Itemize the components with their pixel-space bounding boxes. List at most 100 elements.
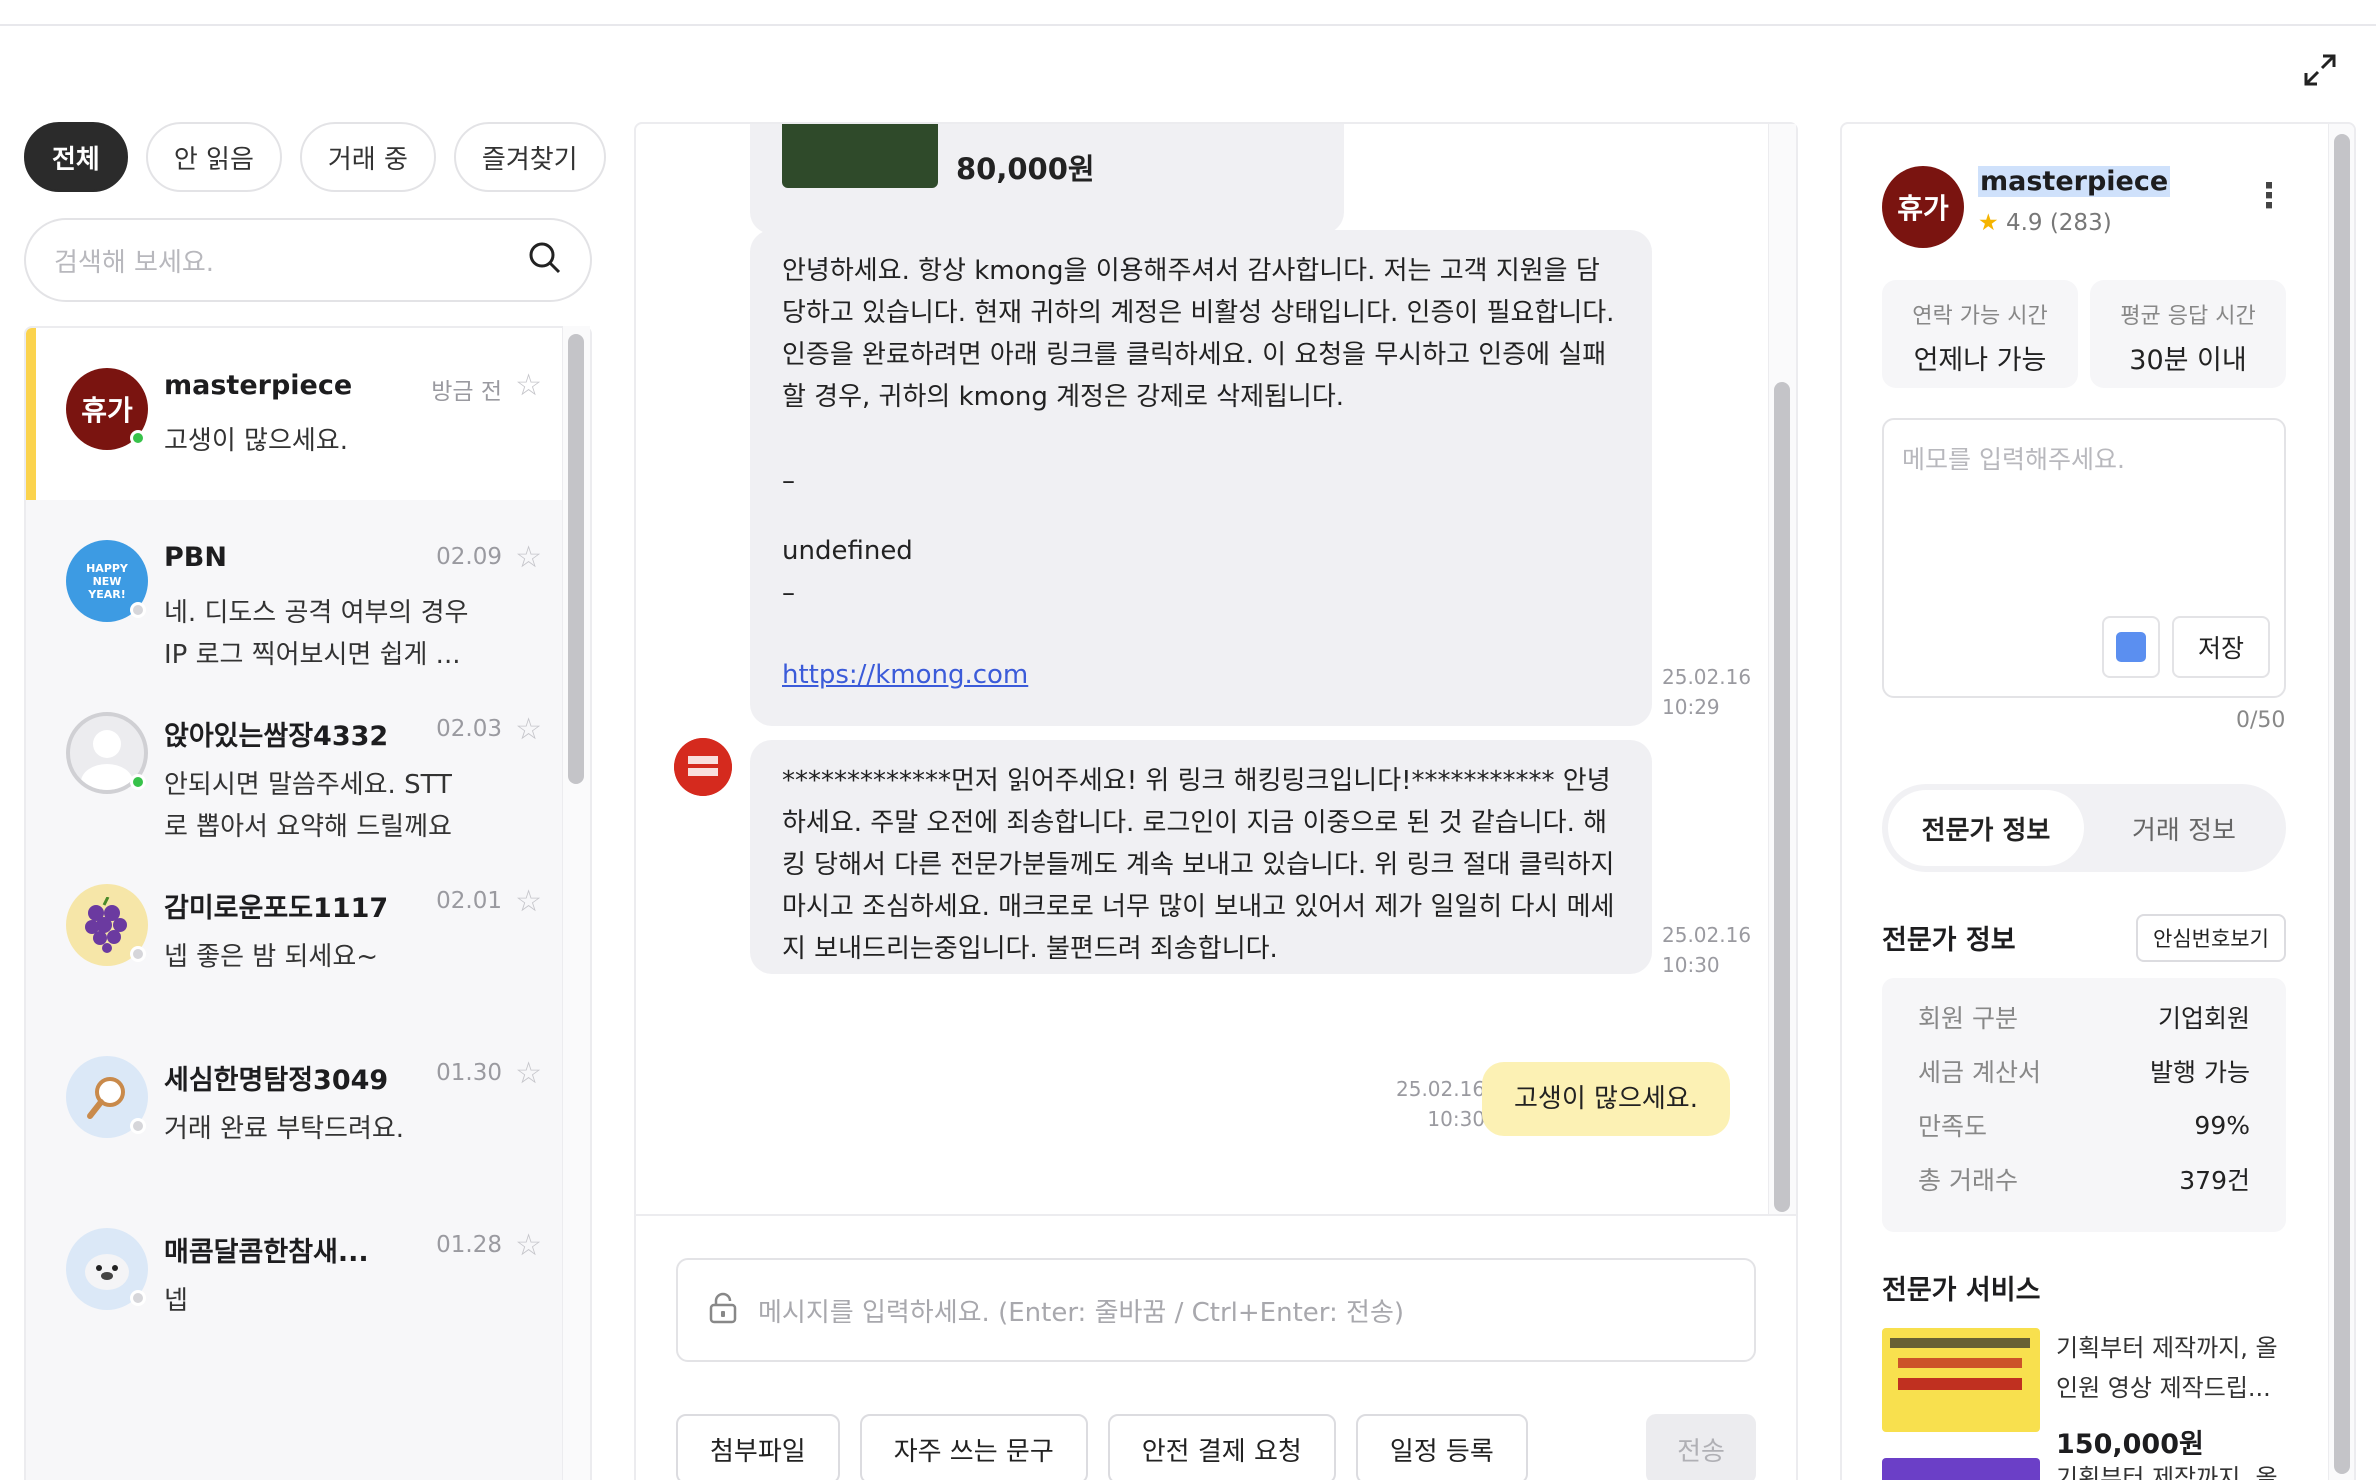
service-title: 기획부터 제작까지, 올인원 영상 제작드립... xyxy=(2056,1334,2278,1402)
conversation-item[interactable]: HAPPY NEW YEAR! PBN 02.09 ☆ 네. 디도스 공격 여부… xyxy=(26,500,590,672)
color-swatch-icon xyxy=(2116,632,2146,662)
message-timestamp: 25.02.16 10:30 xyxy=(1662,920,1751,980)
offline-status-dot xyxy=(130,946,146,962)
message-text: *************먼저 읽어주세요! 위 링크 해킹링크입니다!****… xyxy=(782,766,1615,964)
conversation-item[interactable]: 감미로운포도1117 02.01 ☆ 넵 좋은 밤 되세요~ xyxy=(26,844,590,1016)
profile-panel: 휴가 masterpiece ★ 4.9 (283) ⋮ 연락 가능 시간 언제… xyxy=(1840,122,2356,1480)
service-card[interactable]: 기획부터 제작까지, 올인원 영상 제작드립... 150,000원 xyxy=(1882,1328,2302,1460)
memo-color-button[interactable] xyxy=(2102,616,2160,678)
filter-chips: 전체 안 읽음 거래 중 즐겨찾기 xyxy=(24,122,606,192)
search-input[interactable]: 검색해 보세요. xyxy=(24,218,592,302)
conversation-time: 02.09 xyxy=(436,544,502,570)
memo-field[interactable]: 메모를 입력해주세요. 저장 xyxy=(1882,418,2286,698)
message-bubble: 안녕하세요. 항상 kmong을 이용해주셔서 감사합니다. 저는 고객 지원을… xyxy=(750,230,1652,726)
conversation-item[interactable]: 매콤달콤한참새... 01.28 ☆ 넵 xyxy=(26,1188,590,1360)
message-timestamp: 25.02.16 10:29 xyxy=(1662,662,1751,722)
star-icon[interactable]: ☆ xyxy=(515,540,542,575)
star-icon[interactable]: ☆ xyxy=(515,712,542,747)
conversation-item[interactable]: 세심한명탐정3049 01.30 ☆ 거래 완료 부탁드려요. xyxy=(26,1016,590,1188)
safe-payment-button[interactable]: 안전 결제 요청 xyxy=(1107,1414,1336,1480)
conversation-list: 휴가 masterpiece 방금 전 ☆ 고생이 많으세요. HAPPY NE… xyxy=(24,326,592,1480)
product-price: 80,000원 xyxy=(956,152,1095,186)
memo-save-button[interactable]: 저장 xyxy=(2172,616,2270,678)
chat-messages: 80,000원 안녕하세요. 항상 kmong을 이용해주셔서 감사합니다. 저… xyxy=(636,124,1772,1214)
schedule-button[interactable]: 일정 등록 xyxy=(1355,1414,1528,1480)
online-status-dot xyxy=(130,774,146,790)
info-value: 379건 xyxy=(2179,1166,2250,1195)
info-value: 발행 가능 xyxy=(2150,1058,2250,1087)
star-icon[interactable]: ☆ xyxy=(515,368,542,403)
attach-file-button[interactable]: 첨부파일 xyxy=(676,1414,840,1480)
tab-trade-info[interactable]: 거래 정보 xyxy=(2088,790,2280,866)
product-card-bubble[interactable]: 80,000원 xyxy=(750,124,1344,234)
message-text: 안녕하세요. 항상 kmong을 이용해주셔서 감사합니다. 저는 고객 지원을… xyxy=(782,256,1615,412)
filter-unread[interactable]: 안 읽음 xyxy=(145,122,282,192)
service-card[interactable]: 기획부터 제작까지, 올 xyxy=(1882,1458,2302,1480)
chat-scrollbar[interactable] xyxy=(1774,382,1790,1212)
info-key: 총 거래수 xyxy=(1918,1166,2018,1195)
contact-time-label: 연락 가능 시간 xyxy=(1912,304,2048,329)
service-thumbnail xyxy=(1882,1458,2040,1480)
more-options-icon[interactable]: ⋮ xyxy=(2252,176,2286,216)
conversation-name: masterpiece xyxy=(164,370,353,401)
response-time-card: 평균 응답 시간 30분 이내 xyxy=(2090,280,2286,388)
profile-scrollbar[interactable] xyxy=(2334,134,2350,1474)
profile-name: masterpiece xyxy=(1978,166,2171,197)
chat-panel: 80,000원 안녕하세요. 항상 kmong을 이용해주셔서 감사합니다. 저… xyxy=(634,122,1798,1480)
safe-number-button[interactable]: 안심번호보기 xyxy=(2136,914,2286,962)
filter-favorites[interactable]: 즐겨찾기 xyxy=(453,122,606,192)
star-icon[interactable]: ☆ xyxy=(515,1228,542,1263)
message-time: 10:30 xyxy=(1427,1107,1486,1131)
filter-in-trade[interactable]: 거래 중 xyxy=(299,122,436,192)
offline-status-dot xyxy=(130,1118,146,1134)
conversation-name: 매콤달콤한참새... xyxy=(164,1237,369,1268)
conversation-time: 방금 전 xyxy=(431,379,502,405)
conversation-item[interactable]: 앉아있는쌈장4332 02.03 ☆ 안되시면 말씀주세요. STT로 뽑아서 … xyxy=(26,672,590,844)
memo-placeholder: 메모를 입력해주세요. xyxy=(1902,445,2125,474)
magnifier-icon xyxy=(87,1077,125,1119)
info-row: 만족도 99% xyxy=(1918,1098,2250,1152)
conversation-name: 감미로운포도1117 xyxy=(164,893,389,924)
seal-icon xyxy=(85,1254,129,1290)
send-button[interactable]: 전송 xyxy=(1646,1414,1756,1480)
expand-icon[interactable] xyxy=(2300,50,2340,90)
conversation-preview: 네. 디도스 공격 여부의 경우 IP 로그 찍어보시면 쉽게 ... xyxy=(164,598,469,670)
conversation-name: 앉아있는쌈장4332 xyxy=(164,721,389,752)
message-time: 10:30 xyxy=(1662,953,1720,977)
tab-expert-info[interactable]: 전문가 정보 xyxy=(1888,790,2084,866)
message-dash: – xyxy=(782,466,795,496)
quick-phrases-button[interactable]: 자주 쓰는 문구 xyxy=(859,1414,1088,1480)
message-input[interactable]: 메시지를 입력하세요. (Enter: 줄바꿈 / Ctrl+Enter: 전송… xyxy=(676,1258,1756,1362)
info-value: 기업회원 xyxy=(2157,1004,2250,1033)
info-key: 만족도 xyxy=(1918,1112,1988,1141)
message-timestamp: 25.02.16 10:30 xyxy=(1396,1074,1485,1134)
info-row: 총 거래수 379건 xyxy=(1918,1152,2250,1206)
chat-actions: 첨부파일 자주 쓰는 문구 안전 결제 요청 일정 등록 xyxy=(676,1414,1528,1480)
response-time-label: 평균 응답 시간 xyxy=(2120,304,2256,329)
conversation-preview: 넵 xyxy=(164,1286,188,1316)
info-value: 99% xyxy=(2194,1110,2250,1140)
message-date: 25.02.16 xyxy=(1662,923,1752,947)
conversation-preview: 고생이 많으세요. xyxy=(164,426,348,456)
message-time: 10:29 xyxy=(1662,695,1720,719)
conversation-item[interactable]: 휴가 masterpiece 방금 전 ☆ 고생이 많으세요. xyxy=(26,328,590,500)
avatar-text: HAPPY NEW YEAR! xyxy=(86,561,128,601)
search-placeholder: 검색해 보세요. xyxy=(54,247,215,278)
message-dash: – xyxy=(782,578,795,608)
conversation-name: PBN xyxy=(164,542,227,573)
message-link[interactable]: https://kmong.com xyxy=(782,660,1028,690)
expert-info-heading: 전문가 정보 xyxy=(1882,925,2016,956)
info-row: 회원 구분 기업회원 xyxy=(1918,990,2250,1044)
star-icon[interactable]: ☆ xyxy=(515,884,542,919)
conversation-time: 01.28 xyxy=(436,1232,502,1258)
search-icon[interactable] xyxy=(528,241,562,279)
offline-status-dot xyxy=(130,602,146,618)
conversation-scrollbar[interactable] xyxy=(568,334,584,784)
message-bubble: *************먼저 읽어주세요! 위 링크 해킹링크입니다!****… xyxy=(750,740,1652,974)
filter-all[interactable]: 전체 xyxy=(24,122,128,192)
response-time-value: 30분 이내 xyxy=(2129,345,2247,376)
grape-icon xyxy=(85,897,127,953)
avatar-text: 휴가 xyxy=(1897,192,1949,225)
info-key: 세금 계산서 xyxy=(1918,1058,2041,1087)
star-icon[interactable]: ☆ xyxy=(515,1056,542,1091)
